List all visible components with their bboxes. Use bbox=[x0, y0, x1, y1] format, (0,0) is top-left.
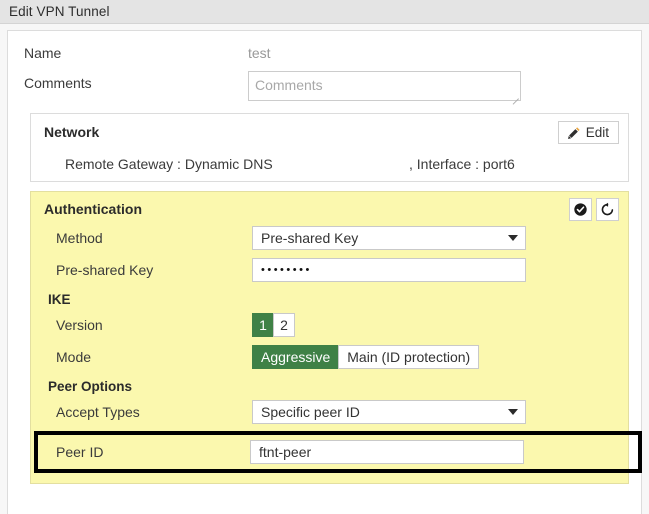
ike-mode-toggle-group: Aggressive Main (ID protection) bbox=[252, 345, 480, 369]
authentication-actions bbox=[569, 198, 619, 221]
name-row: Name test bbox=[20, 39, 629, 69]
preshared-key-value: •••••••• bbox=[261, 263, 312, 276]
resize-grip-icon[interactable] bbox=[510, 90, 519, 105]
ike-version-label: Version bbox=[56, 317, 103, 333]
accept-types-row: Accept Types Specific peer ID bbox=[40, 396, 619, 428]
name-value: test bbox=[248, 45, 271, 61]
comments-row: Comments Comments bbox=[20, 69, 629, 105]
peer-id-value: ftnt-peer bbox=[259, 444, 312, 460]
ike-version-option-1[interactable]: 1 bbox=[252, 313, 274, 337]
ike-mode-option-aggressive[interactable]: Aggressive bbox=[252, 345, 340, 369]
chevron-down-icon bbox=[508, 235, 518, 241]
ike-version-row: Version 1 2 bbox=[40, 309, 619, 341]
preshared-key-input[interactable]: •••••••• bbox=[252, 258, 526, 282]
network-edit-button[interactable]: Edit bbox=[557, 121, 619, 144]
network-section: Network Edit Remote Gateway : Dynamic DN… bbox=[30, 113, 629, 182]
dialog-body: Name test Comments Comments Network Edit… bbox=[0, 24, 649, 514]
revert-arrow-icon bbox=[601, 202, 614, 216]
accept-types-select[interactable]: Specific peer ID bbox=[252, 400, 526, 424]
network-title: Network bbox=[44, 124, 100, 140]
authentication-section: Authentication Method Pre-shared Key Pre… bbox=[30, 191, 642, 484]
interface-text: , Interface : port6 bbox=[409, 156, 515, 172]
edit-vpn-tunnel-panel: Name test Comments Comments Network Edit… bbox=[7, 30, 642, 514]
method-row: Method Pre-shared Key bbox=[40, 222, 619, 254]
check-circle-icon bbox=[574, 203, 587, 216]
ike-heading: IKE bbox=[48, 292, 71, 307]
method-label: Method bbox=[56, 230, 103, 246]
accept-types-value: Specific peer ID bbox=[261, 404, 360, 420]
peer-id-row: Peer ID ftnt-peer bbox=[38, 436, 638, 468]
remote-gateway-text: Remote Gateway : Dynamic DNS bbox=[65, 156, 273, 172]
accept-types-label: Accept Types bbox=[56, 404, 140, 420]
comments-textarea[interactable]: Comments bbox=[248, 71, 521, 105]
window-title: Edit VPN Tunnel bbox=[9, 4, 110, 19]
network-summary: Remote Gateway : Dynamic DNS , Interface… bbox=[40, 145, 619, 172]
peer-id-label: Peer ID bbox=[56, 444, 104, 460]
preshared-key-label: Pre-shared Key bbox=[56, 262, 154, 278]
ike-mode-row: Mode Aggressive Main (ID protection) bbox=[40, 341, 619, 373]
peer-id-highlight-box: Peer ID ftnt-peer bbox=[34, 431, 642, 473]
name-label: Name bbox=[24, 45, 62, 61]
network-section-header: Network Edit bbox=[40, 121, 619, 145]
peer-id-input[interactable]: ftnt-peer bbox=[250, 440, 524, 464]
pencil-icon bbox=[567, 126, 580, 139]
method-select[interactable]: Pre-shared Key bbox=[252, 226, 526, 250]
authentication-section-header: Authentication bbox=[40, 198, 619, 222]
revert-button[interactable] bbox=[596, 198, 619, 221]
authentication-title: Authentication bbox=[44, 201, 142, 217]
ike-version-toggle-group: 1 2 bbox=[252, 313, 295, 337]
network-edit-label: Edit bbox=[585, 125, 609, 140]
ike-mode-label: Mode bbox=[56, 349, 92, 365]
comments-label: Comments bbox=[24, 75, 92, 91]
peer-options-heading: Peer Options bbox=[48, 379, 133, 394]
ike-version-option-2[interactable]: 2 bbox=[273, 313, 295, 337]
method-value: Pre-shared Key bbox=[261, 230, 359, 246]
preshared-key-row: Pre-shared Key •••••••• bbox=[40, 254, 619, 286]
chevron-down-icon bbox=[508, 409, 518, 415]
comments-placeholder: Comments bbox=[255, 77, 323, 93]
apply-button[interactable] bbox=[569, 198, 592, 221]
ike-mode-option-main[interactable]: Main (ID protection) bbox=[338, 345, 480, 369]
window-titlebar: Edit VPN Tunnel bbox=[0, 0, 649, 24]
